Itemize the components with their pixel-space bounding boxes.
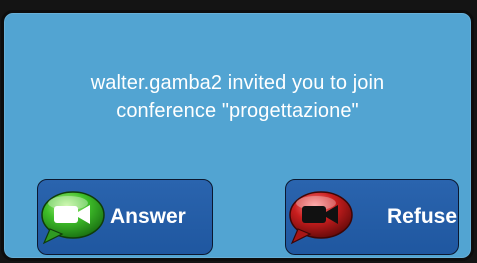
answer-button[interactable]: Answer	[37, 179, 213, 255]
refuse-button-label: Refuse	[387, 205, 458, 228]
invite-message: walter.gamba2 invited you to join confer…	[4, 69, 471, 125]
conference-invite-dialog: walter.gamba2 invited you to join confer…	[1, 10, 474, 261]
answer-button-label: Answer	[110, 205, 186, 228]
video-call-refuse-icon	[289, 191, 353, 245]
invite-message-line-1: walter.gamba2 invited you to join	[90, 72, 385, 94]
video-call-answer-icon	[41, 191, 105, 245]
invite-message-line-2: conference "progettazione"	[116, 100, 359, 122]
refuse-button[interactable]: Refuse	[285, 179, 459, 255]
